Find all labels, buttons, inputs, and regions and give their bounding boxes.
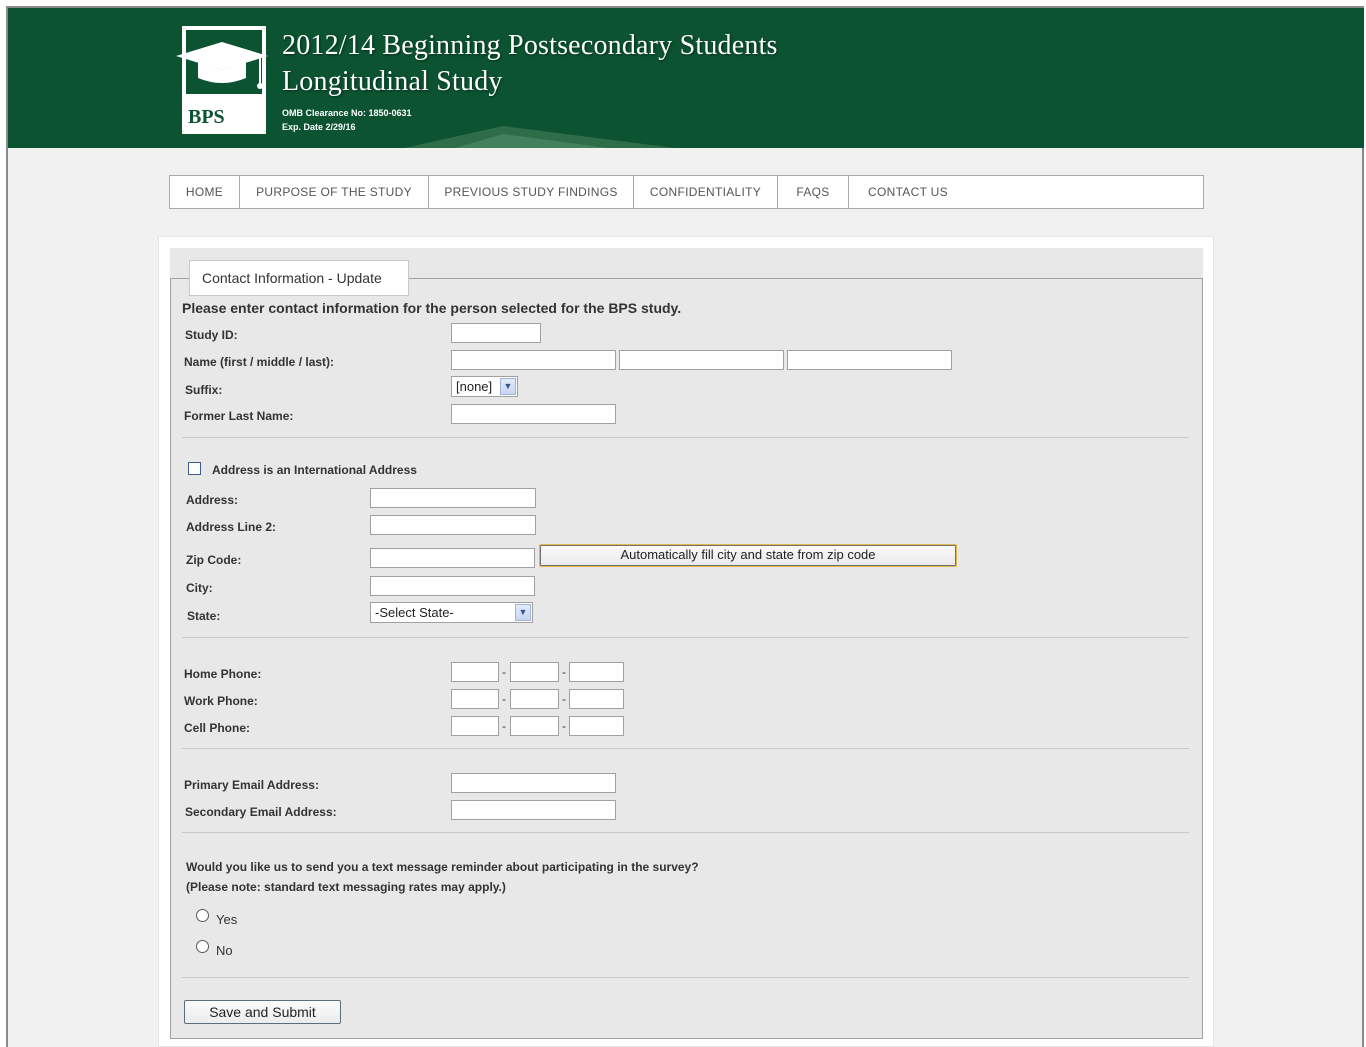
home-phone-area-input[interactable] bbox=[451, 662, 499, 682]
home-phone-label: Home Phone: bbox=[184, 667, 262, 681]
phone-separator: - bbox=[502, 719, 506, 733]
chevron-down-icon: ▼ bbox=[500, 378, 516, 395]
autofill-city-state-button[interactable]: Automatically fill city and state from z… bbox=[539, 544, 957, 567]
suffix-label: Suffix: bbox=[185, 383, 223, 397]
section-divider bbox=[182, 637, 1189, 638]
section-divider bbox=[182, 832, 1189, 833]
study-id-label: Study ID: bbox=[185, 328, 238, 342]
yes-label: Yes bbox=[216, 912, 238, 927]
nav-faqs[interactable]: FAQS bbox=[778, 176, 849, 208]
home-phone-line-input[interactable] bbox=[569, 662, 624, 682]
work-phone-line-input[interactable] bbox=[569, 689, 624, 709]
form-legend: Contact Information - Update bbox=[189, 260, 409, 296]
state-select-value: -Select State- bbox=[375, 605, 454, 620]
international-address-label: Address is an International Address bbox=[212, 463, 417, 477]
site-title-line2: Longitudinal Study bbox=[282, 66, 503, 97]
logo-text: BPS bbox=[188, 106, 225, 128]
nav-home[interactable]: HOME bbox=[170, 176, 240, 208]
zip-code-label: Zip Code: bbox=[186, 553, 242, 567]
study-id-input[interactable] bbox=[451, 323, 541, 343]
former-last-name-label: Former Last Name: bbox=[184, 409, 294, 423]
first-name-input[interactable] bbox=[451, 350, 616, 370]
city-label: City: bbox=[186, 581, 213, 595]
main-nav: HOME PURPOSE OF THE STUDY PREVIOUS STUDY… bbox=[169, 175, 1204, 209]
form-intro: Please enter contact information for the… bbox=[182, 300, 682, 316]
secondary-email-label: Secondary Email Address: bbox=[185, 805, 337, 819]
suffix-select-value: [none] bbox=[456, 379, 493, 394]
zip-code-input[interactable] bbox=[370, 548, 535, 568]
text-reminder-yes-radio[interactable] bbox=[196, 909, 209, 922]
city-input[interactable] bbox=[370, 576, 535, 596]
work-phone-area-input[interactable] bbox=[451, 689, 499, 709]
cell-phone-area-input[interactable] bbox=[451, 716, 499, 736]
primary-email-label: Primary Email Address: bbox=[184, 778, 319, 792]
section-divider bbox=[182, 748, 1189, 749]
state-select[interactable]: -Select State- ▼ bbox=[370, 602, 533, 623]
address-line2-input[interactable] bbox=[370, 515, 536, 535]
former-last-name-input[interactable] bbox=[451, 404, 616, 424]
suffix-select[interactable]: [none] ▼ bbox=[451, 376, 518, 397]
form-fieldset bbox=[170, 278, 1203, 1039]
middle-name-input[interactable] bbox=[619, 350, 784, 370]
address-line2-label: Address Line 2: bbox=[186, 520, 277, 534]
nav-previous-findings[interactable]: PREVIOUS STUDY FINDINGS bbox=[429, 176, 634, 208]
nav-purpose[interactable]: PURPOSE OF THE STUDY bbox=[240, 176, 429, 208]
site-title-line1: 2012/14 Beginning Postsecondary Students bbox=[282, 30, 778, 61]
international-address-checkbox[interactable] bbox=[188, 462, 201, 475]
section-divider bbox=[182, 977, 1189, 978]
no-label: No bbox=[216, 943, 233, 958]
cell-phone-line-input[interactable] bbox=[569, 716, 624, 736]
phone-separator: - bbox=[562, 692, 566, 706]
text-reminder-question: Would you like us to send you a text mes… bbox=[186, 860, 699, 874]
text-rates-note: (Please note: standard text messaging ra… bbox=[186, 880, 506, 894]
phone-separator: - bbox=[502, 692, 506, 706]
section-divider bbox=[182, 437, 1189, 438]
name-label: Name (first / middle / last): bbox=[184, 355, 335, 369]
state-label: State: bbox=[187, 609, 221, 623]
work-phone-prefix-input[interactable] bbox=[510, 689, 559, 709]
nav-confidentiality[interactable]: CONFIDENTIALITY bbox=[634, 176, 778, 208]
exp-date: Exp. Date 2/29/16 bbox=[282, 122, 356, 132]
nav-contact-us[interactable]: CONTACT US bbox=[849, 176, 969, 208]
save-and-submit-button[interactable]: Save and Submit bbox=[184, 1000, 341, 1024]
cell-phone-label: Cell Phone: bbox=[184, 721, 251, 735]
phone-separator: - bbox=[502, 665, 506, 679]
phone-separator: - bbox=[562, 719, 566, 733]
primary-email-input[interactable] bbox=[451, 773, 616, 793]
secondary-email-input[interactable] bbox=[451, 800, 616, 820]
header-ridge-decoration bbox=[404, 126, 676, 148]
address-input[interactable] bbox=[370, 488, 536, 508]
text-reminder-no-radio[interactable] bbox=[196, 940, 209, 953]
home-phone-prefix-input[interactable] bbox=[510, 662, 559, 682]
chevron-down-icon: ▼ bbox=[515, 604, 531, 621]
address-label: Address: bbox=[186, 493, 239, 507]
cell-phone-prefix-input[interactable] bbox=[510, 716, 559, 736]
phone-separator: - bbox=[562, 665, 566, 679]
work-phone-label: Work Phone: bbox=[184, 694, 258, 708]
last-name-input[interactable] bbox=[787, 350, 952, 370]
omb-clearance: OMB Clearance No: 1850-0631 bbox=[282, 108, 412, 118]
